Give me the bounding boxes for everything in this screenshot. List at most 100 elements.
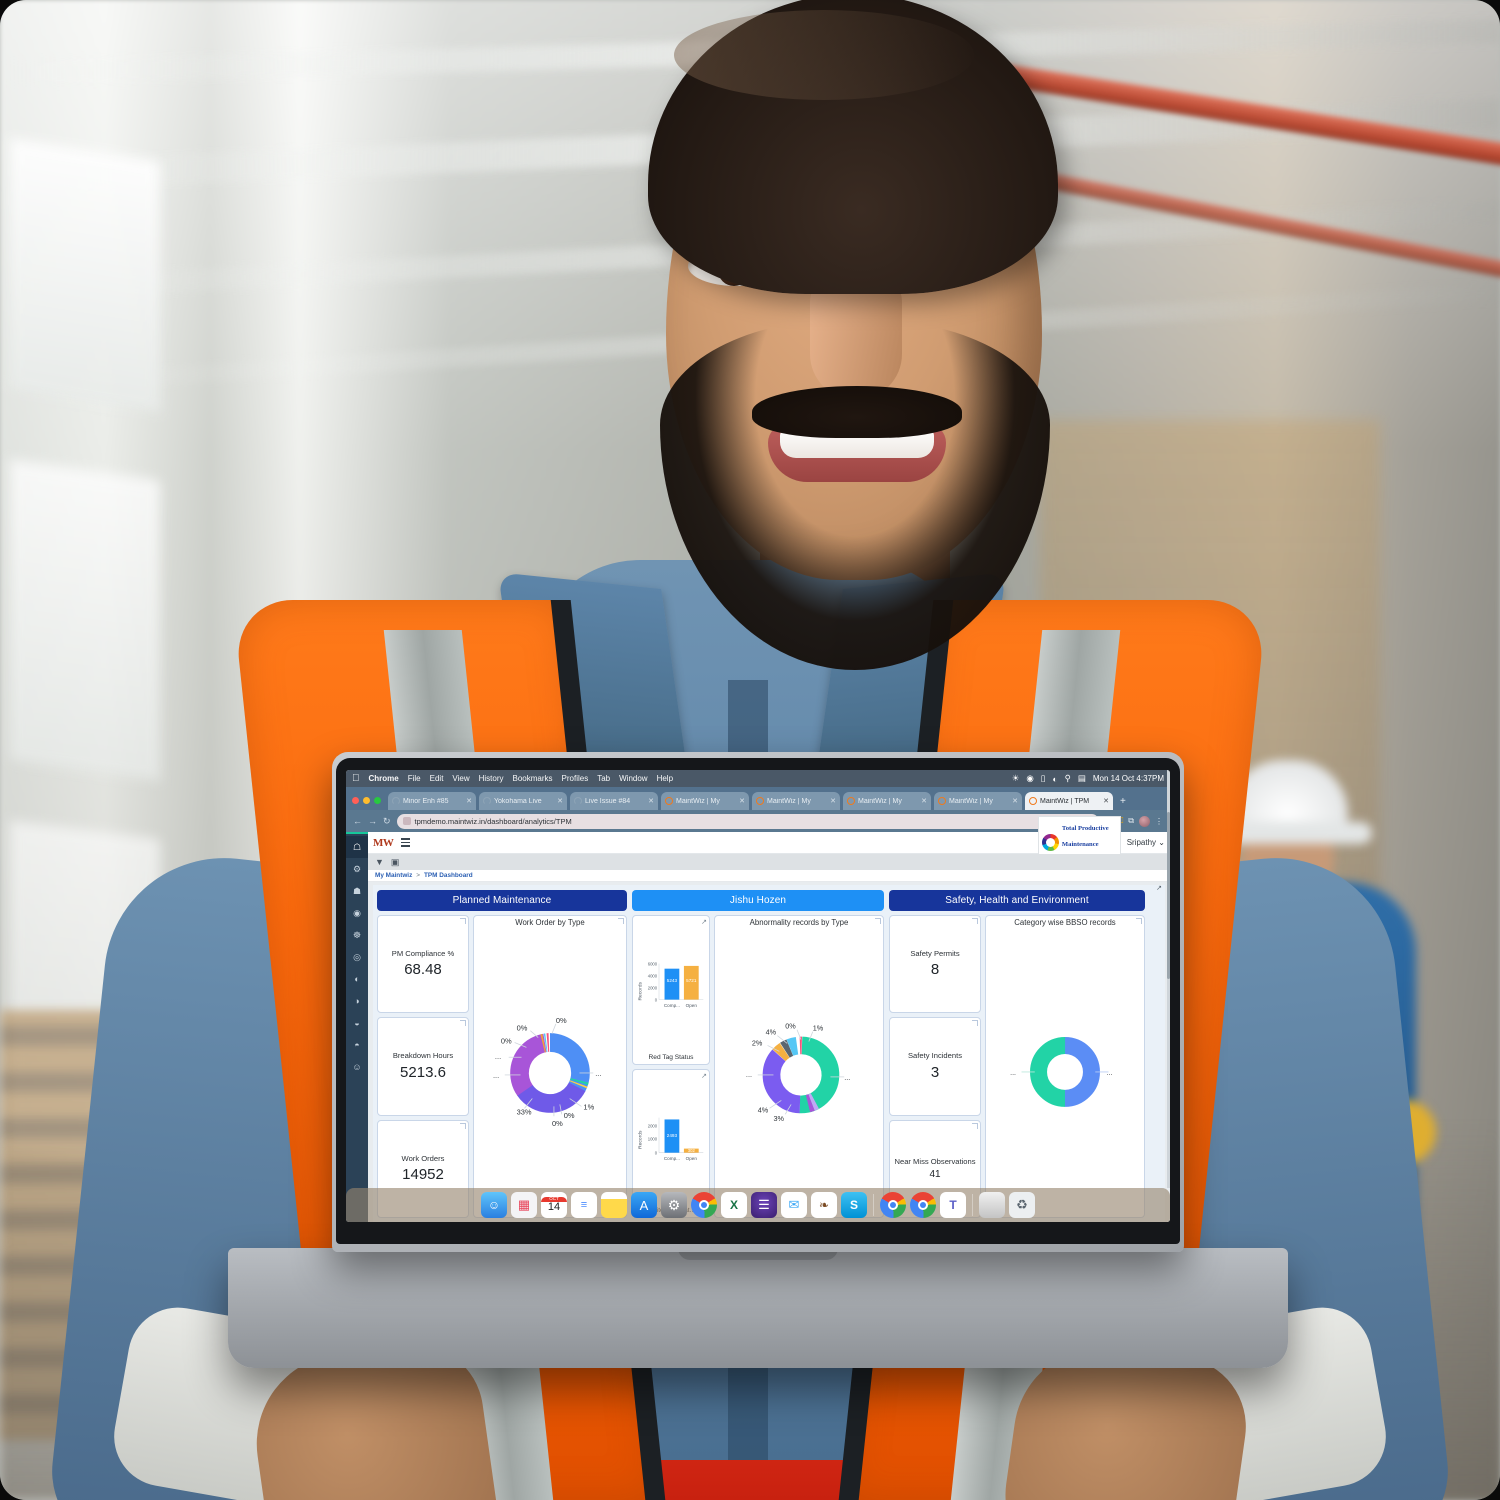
chrome-icon[interactable] — [691, 1192, 717, 1218]
trash-icon[interactable]: ♻ — [1009, 1192, 1035, 1218]
sidebar-item-chart[interactable]: ◒ — [346, 1012, 368, 1034]
calendar-icon[interactable]: ▣ — [391, 857, 400, 868]
shield-icon[interactable]: ☀ — [1012, 773, 1020, 784]
battery-icon[interactable]: ▯ — [1041, 773, 1046, 784]
search-icon[interactable]: ⚲ — [1065, 773, 1071, 784]
filter-icon[interactable]: ▼ — [375, 857, 384, 867]
launchpad-icon[interactable]: ▦ — [511, 1192, 537, 1218]
breadcrumb[interactable]: My Maintwiz > TPM Dashboard — [368, 870, 1170, 882]
menu-profiles[interactable]: Profiles — [562, 774, 589, 783]
address-bar[interactable]: tpmdemo.maintwiz.in/dashboard/analytics/… — [396, 813, 1099, 829]
new-tab-button[interactable]: + — [1116, 796, 1130, 810]
expand-icon[interactable]: ↗ — [1156, 884, 1162, 892]
hamburger-icon[interactable] — [401, 838, 411, 847]
menu-help[interactable]: Help — [657, 774, 673, 783]
browser-tab[interactable]: MaintWiz | My ✕ — [843, 792, 931, 810]
close-tab-icon[interactable]: ✕ — [648, 797, 654, 805]
close-tab-icon[interactable]: ✕ — [921, 797, 927, 805]
browser-tab[interactable]: MaintWiz | My ✕ — [661, 792, 749, 810]
site-info-icon[interactable] — [402, 817, 411, 825]
skype-icon[interactable]: S — [841, 1192, 867, 1218]
browser-tab[interactable]: Live Issue #84 ✕ — [570, 792, 658, 810]
window-traffic-lights[interactable] — [352, 797, 381, 810]
finder-icon[interactable]: ☺ — [481, 1192, 507, 1218]
sidebar-item-workflow[interactable]: ☸ — [346, 924, 368, 946]
calendar-icon[interactable]: OCT 14 — [541, 1192, 567, 1218]
macos-menu-bar[interactable]:  Chrome File Edit View History Bookmark… — [346, 770, 1170, 787]
dropbox-icon[interactable]: ◉ — [1026, 773, 1033, 784]
trend-line-icon[interactable]: ↗ — [701, 918, 707, 926]
close-tab-icon[interactable]: ✕ — [739, 797, 745, 805]
settings-icon[interactable]: ⚙ — [661, 1192, 687, 1218]
sidebar-item-factory[interactable]: ☗ — [346, 880, 368, 902]
sidebar-item-user-admin[interactable]: ☺ — [346, 1056, 368, 1078]
section-header-jishu-hozen[interactable]: Jishu Hozen — [632, 890, 884, 911]
kpi-breakdown-hours[interactable]: Breakdown Hours 5213.6 — [377, 1017, 469, 1116]
section-header-planned-maintenance[interactable]: Planned Maintenance — [377, 890, 627, 911]
menu-view[interactable]: View — [452, 774, 469, 783]
app-sidebar[interactable]: ☖ ⚙ ☗ ◉ ☸ ◎ ◐ ◑ ◒ ◓ ☺ — [346, 832, 368, 1222]
close-tab-icon[interactable]: ✕ — [1103, 797, 1109, 805]
breadcrumb-tpm-dashboard[interactable]: TPM Dashboard — [424, 872, 473, 879]
sidebar-item-asset[interactable]: ◉ — [346, 902, 368, 924]
close-tab-icon[interactable]: ✕ — [830, 797, 836, 805]
chart-abnormality-records-by-type[interactable]: Abnormality records by Type 0% 1% 4% 2% … — [714, 915, 884, 1218]
breadcrumb-my-maintwiz[interactable]: My Maintwiz — [375, 872, 412, 879]
menu-edit[interactable]: Edit — [430, 774, 444, 783]
browser-tab[interactable]: MaintWiz | My ✕ — [752, 792, 840, 810]
sidebar-item-report[interactable]: ◑ — [346, 990, 368, 1012]
kpi-safety-permits[interactable]: Safety Permits 8 — [889, 915, 981, 1014]
close-tab-icon[interactable]: ✕ — [557, 797, 563, 805]
apple-icon[interactable]:  — [352, 773, 360, 784]
kpi-pm-compliance[interactable]: PM Compliance % 68.48 — [377, 915, 469, 1014]
section-header-safety-health-environment[interactable]: Safety, Health and Environment — [889, 890, 1145, 911]
chart-category-wise-bbso-records[interactable]: Category wise BBSO records ... ... — [985, 915, 1145, 1218]
sidebar-item-clock[interactable]: ◎ — [346, 946, 368, 968]
menu-tab[interactable]: Tab — [597, 774, 610, 783]
browser-tab[interactable]: Yokohama Live ✕ — [479, 792, 567, 810]
squirrel-app-icon[interactable]: ❧ — [811, 1192, 837, 1218]
chrome-window-2-icon[interactable] — [910, 1192, 936, 1218]
browser-tab-active[interactable]: MaintWiz | TPM ✕ — [1025, 792, 1113, 810]
minimize-window-button[interactable] — [363, 797, 370, 804]
kpi-safety-incidents[interactable]: Safety Incidents 3 — [889, 1017, 981, 1116]
close-window-button[interactable] — [352, 797, 359, 804]
menu-bookmarks[interactable]: Bookmarks — [513, 774, 553, 783]
menu-file[interactable]: File — [408, 774, 421, 783]
arrow-right-icon[interactable]: → — [368, 816, 377, 826]
filter-toolbar[interactable]: ▼ ▣ — [368, 854, 1170, 870]
browser-tab[interactable]: MaintWiz | My ✕ — [934, 792, 1022, 810]
app-store-icon[interactable]: A — [631, 1192, 657, 1218]
reminders-icon[interactable]: ≡ — [571, 1192, 597, 1218]
menu-window[interactable]: Window — [619, 774, 647, 783]
close-tab-icon[interactable]: ✕ — [1012, 797, 1018, 805]
reload-icon[interactable]: ↻ — [383, 816, 391, 827]
mail-icon[interactable]: ✉ — [781, 1192, 807, 1218]
podcasts-icon[interactable]: ☰ — [751, 1192, 777, 1218]
wifi-icon[interactable]: ◐ — [1052, 774, 1057, 784]
excel-icon[interactable]: X — [721, 1192, 747, 1218]
menu-bar-clock[interactable]: Mon 14 Oct 4:37PM — [1093, 774, 1164, 783]
user-menu[interactable]: Sripathy ⌄ — [1127, 838, 1165, 847]
teams-icon[interactable]: T — [940, 1192, 966, 1218]
control-center-icon[interactable]: ▤ — [1078, 773, 1086, 784]
page-scrollbar[interactable] — [1167, 770, 1170, 1188]
downloads-stack-icon[interactable] — [979, 1192, 1005, 1218]
arrow-left-icon[interactable]: ← — [353, 816, 362, 826]
menu-chrome[interactable]: Chrome — [369, 774, 399, 783]
trend-line-icon[interactable]: ↗ — [701, 1072, 707, 1080]
browser-tab-strip[interactable]: Minor Enh #85 ✕ Yokohama Live ✕ Live Iss… — [346, 787, 1170, 810]
menu-history[interactable]: History — [479, 774, 504, 783]
maintwiz-logo[interactable]: MW — [373, 837, 394, 849]
close-tab-icon[interactable]: ✕ — [466, 797, 472, 805]
chrome-window-icon[interactable] — [880, 1192, 906, 1218]
chart-red-tag-status[interactable]: ↗ Records 6000 4000 2000 0 5243 5721 Com… — [632, 915, 710, 1065]
macos-dock[interactable]: ☺ ▦ OCT 14 ≡ A ⚙ X ☰ ✉ ❧ S T ♻ — [346, 1188, 1170, 1222]
browser-tab[interactable]: Minor Enh #85 ✕ — [388, 792, 476, 810]
sidebar-item-checklist[interactable]: ◐ — [346, 968, 368, 990]
sidebar-item-tools[interactable]: ◓ — [346, 1034, 368, 1056]
maximize-window-button[interactable] — [374, 797, 381, 804]
chevron-down-icon[interactable]: ⌄ — [1158, 838, 1165, 847]
chart-work-order-by-type[interactable]: Work Order by Type 0% 0% 0% ... ... 33% … — [473, 915, 627, 1218]
sidebar-item-home[interactable]: ☖ — [346, 836, 368, 858]
